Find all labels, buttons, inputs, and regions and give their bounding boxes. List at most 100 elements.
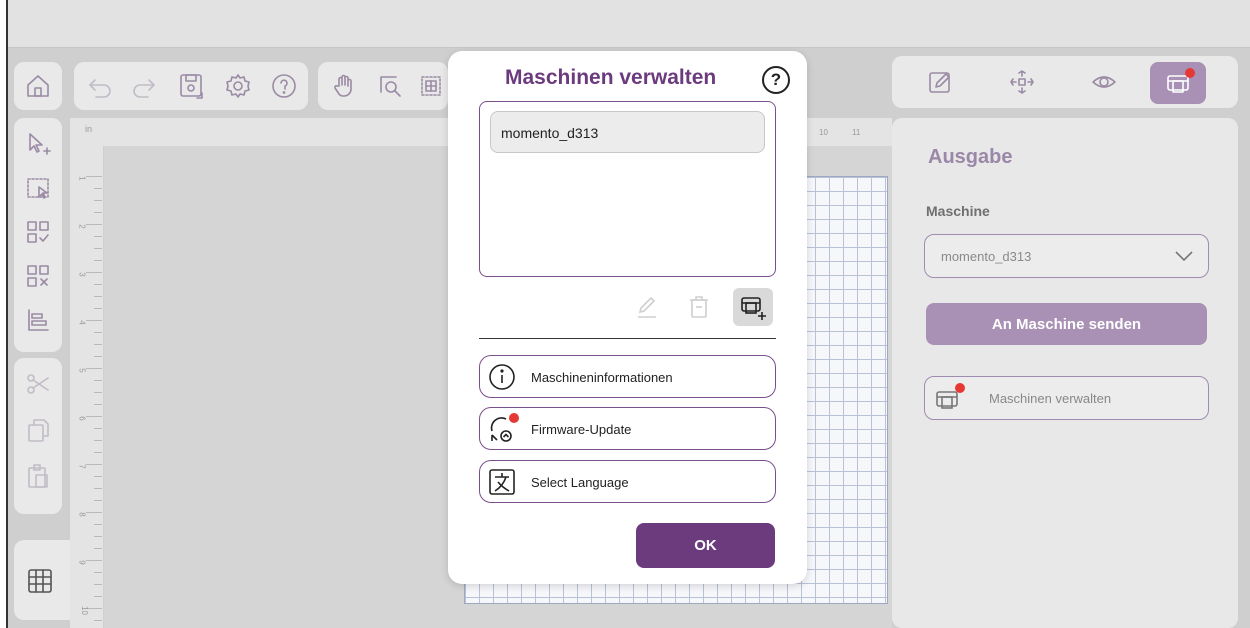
ruler-tick bbox=[94, 260, 102, 261]
ruler-number: 4 bbox=[77, 320, 87, 325]
machine-info-label: Maschineninformationen bbox=[531, 370, 673, 385]
ruler-tick bbox=[94, 236, 102, 237]
arrange-mode-button[interactable] bbox=[1002, 62, 1042, 102]
machine-info-button[interactable]: Maschineninformationen bbox=[479, 355, 776, 398]
pan-button[interactable] bbox=[324, 66, 364, 106]
ruler-tick bbox=[86, 368, 102, 369]
preview-icon bbox=[1092, 76, 1116, 88]
ruler-tick bbox=[86, 176, 102, 177]
ruler-tick bbox=[94, 248, 102, 249]
manage-machines-button[interactable]: Maschinen verwalten bbox=[924, 376, 1209, 420]
ruler-number: 7 bbox=[77, 464, 87, 469]
paste-button[interactable] bbox=[18, 456, 58, 496]
machine-select-value: momento_d313 bbox=[941, 249, 1032, 264]
machine-mode-button[interactable] bbox=[1150, 62, 1206, 104]
undo-button[interactable] bbox=[80, 66, 120, 106]
help-button[interactable] bbox=[264, 66, 304, 106]
scissors-icon bbox=[27, 374, 49, 394]
ruler-tick bbox=[94, 284, 102, 285]
window-edge bbox=[0, 0, 8, 628]
ruler-tick bbox=[94, 200, 102, 201]
select-all-button[interactable] bbox=[18, 212, 58, 252]
deselect-button[interactable] bbox=[18, 256, 58, 296]
ruler-tick bbox=[94, 596, 102, 597]
machine-list-item[interactable]: momento_d313 bbox=[490, 111, 765, 153]
notification-dot bbox=[955, 383, 965, 393]
ruler-tick bbox=[94, 572, 102, 573]
language-icon bbox=[489, 469, 515, 495]
edit-icon bbox=[929, 72, 950, 93]
design-mode-button[interactable] bbox=[920, 62, 960, 102]
marquee-select-button[interactable] bbox=[18, 168, 58, 208]
add-machine-button[interactable] bbox=[733, 288, 773, 326]
ruler-tick bbox=[94, 188, 102, 189]
zoom-fit-icon bbox=[380, 76, 401, 97]
ruler-tick bbox=[94, 380, 102, 381]
ruler-number: 3 bbox=[77, 272, 87, 277]
ruler-tick bbox=[86, 320, 102, 321]
notification-dot bbox=[1185, 68, 1195, 78]
send-to-machine-button[interactable]: An Maschine senden bbox=[926, 303, 1207, 345]
redo-button[interactable] bbox=[124, 66, 164, 106]
dialog-help-button[interactable]: ? bbox=[762, 66, 790, 94]
ruler-number: 2 bbox=[77, 224, 87, 229]
top-bar bbox=[0, 0, 1250, 48]
ruler-tick bbox=[94, 476, 102, 477]
preview-mode-button[interactable] bbox=[1084, 62, 1124, 102]
align-button[interactable] bbox=[18, 300, 58, 340]
marquee-select-icon bbox=[27, 178, 49, 199]
ruler-tick bbox=[94, 392, 102, 393]
ruler-tick bbox=[94, 524, 102, 525]
ruler-number: 8 bbox=[77, 512, 87, 517]
delete-machine-button[interactable] bbox=[679, 288, 719, 326]
firmware-update-label: Firmware-Update bbox=[531, 422, 632, 437]
help-icon bbox=[272, 74, 296, 98]
ruler-tick bbox=[86, 272, 102, 273]
undo-icon bbox=[89, 79, 111, 98]
copy-button[interactable] bbox=[18, 410, 58, 450]
ruler-tick bbox=[86, 416, 102, 417]
ruler-number: 6 bbox=[77, 416, 87, 421]
ruler-tick bbox=[94, 488, 102, 489]
align-icon bbox=[28, 309, 49, 331]
ruler-tick bbox=[86, 224, 102, 225]
save-icon bbox=[180, 74, 203, 99]
output-panel bbox=[892, 118, 1238, 628]
manage-machines-label: Maschinen verwalten bbox=[989, 391, 1112, 406]
ruler-number: 9 bbox=[77, 560, 87, 565]
ruler-tick bbox=[86, 560, 102, 561]
home-button[interactable] bbox=[18, 66, 58, 106]
ruler-tick bbox=[94, 620, 102, 621]
ruler-tick bbox=[86, 464, 102, 465]
save-button[interactable] bbox=[172, 66, 212, 106]
select-language-label: Select Language bbox=[531, 475, 629, 490]
copy-icon bbox=[28, 419, 49, 442]
ruler-tick bbox=[94, 584, 102, 585]
settings-icon bbox=[226, 74, 250, 98]
edit-machine-button[interactable] bbox=[627, 288, 667, 326]
ruler-number: 1 bbox=[77, 176, 87, 181]
ok-button[interactable]: OK bbox=[636, 523, 775, 568]
ruler-tick bbox=[94, 332, 102, 333]
machine-list-item-label: momento_d313 bbox=[501, 125, 599, 141]
ruler-number: 10 bbox=[819, 128, 828, 137]
ruler-tick bbox=[94, 356, 102, 357]
grid-select-button[interactable] bbox=[414, 66, 448, 106]
cut-button[interactable] bbox=[18, 364, 58, 404]
ruler-tick bbox=[94, 548, 102, 549]
zoom-fit-button[interactable] bbox=[370, 66, 410, 106]
grid-select-icon bbox=[421, 76, 441, 96]
machine-select[interactable]: momento_d313 bbox=[924, 234, 1209, 278]
hand-icon bbox=[334, 74, 352, 97]
ruler-number: 10 bbox=[79, 606, 89, 615]
ruler-number: 5 bbox=[77, 368, 87, 373]
firmware-update-button[interactable]: Firmware-Update bbox=[479, 407, 776, 450]
settings-button[interactable] bbox=[218, 66, 258, 106]
ruler-unit: in bbox=[85, 124, 93, 134]
notification-dot bbox=[509, 413, 519, 423]
select-language-button[interactable]: Select Language bbox=[479, 460, 776, 503]
select-add-button[interactable] bbox=[18, 124, 58, 164]
arrange-icon bbox=[1010, 70, 1034, 94]
ruler-tick bbox=[94, 500, 102, 501]
ruler-tick bbox=[94, 344, 102, 345]
